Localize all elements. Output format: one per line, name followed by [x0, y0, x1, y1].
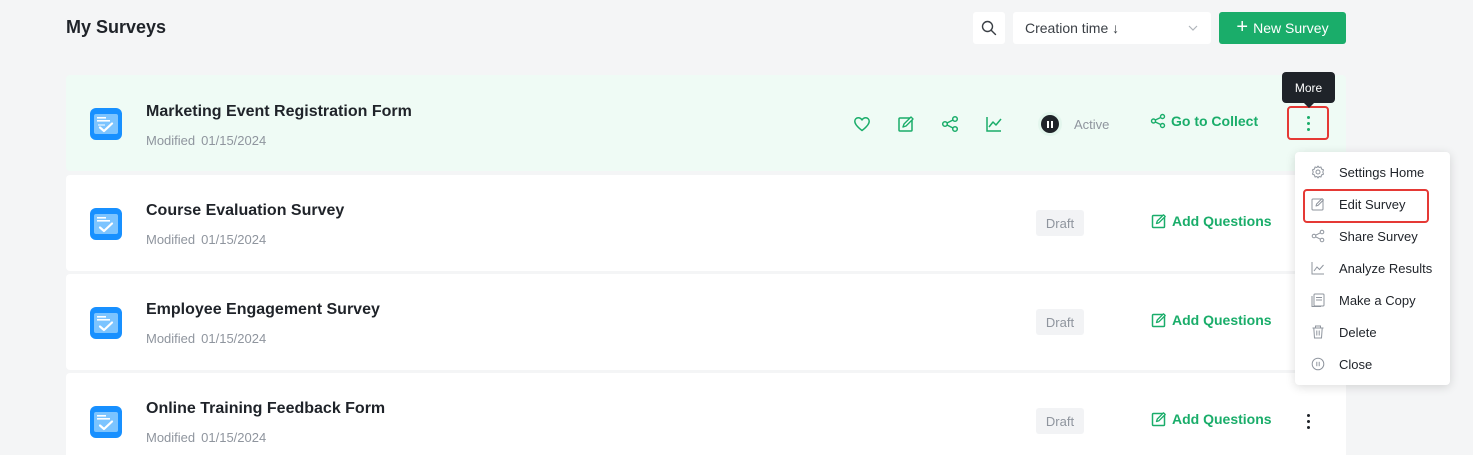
trash-icon	[1312, 325, 1324, 339]
survey-card[interactable]: Course Evaluation Survey Modified 01/15/2…	[66, 175, 1346, 271]
status-label: Active	[1074, 116, 1110, 132]
survey-form-icon	[90, 406, 122, 438]
survey-modified: Modified 01/15/2024	[146, 331, 266, 346]
modified-label: Modified	[146, 232, 196, 247]
page-title: My Surveys	[66, 17, 167, 37]
menu-item-settings-home[interactable]: Settings Home	[1295, 156, 1450, 188]
status-badge: Draft	[1036, 210, 1084, 236]
action-label: Add Questions	[1172, 411, 1272, 427]
sort-label: Creation time ↓	[1025, 20, 1120, 36]
plus-icon: +	[1236, 16, 1249, 38]
menu-item-edit-survey[interactable]: Edit Survey	[1295, 188, 1450, 223]
edit-icon[interactable]	[897, 115, 915, 133]
menu-item-delete[interactable]: Delete	[1295, 316, 1450, 348]
add-questions-link[interactable]: Add Questions	[1151, 312, 1272, 328]
survey-title[interactable]: Marketing Event Registration Form	[146, 103, 412, 121]
status-badge: Draft	[1036, 408, 1084, 434]
chevron-down-icon	[1188, 25, 1198, 31]
chart-icon[interactable]	[985, 115, 1003, 133]
action-label: Add Questions	[1172, 312, 1272, 328]
more-menu: Settings Home Edit Survey Share Survey A…	[1295, 152, 1450, 385]
menu-label: Share Survey	[1339, 228, 1418, 244]
heart-icon[interactable]	[853, 115, 871, 133]
action-label: Go to Collect	[1171, 113, 1259, 129]
share-icon	[1311, 229, 1325, 243]
survey-card[interactable]: Online Training Feedback Form Modified 01…	[66, 373, 1346, 455]
modified-date: 01/15/2024	[201, 430, 267, 445]
modified-date: 01/15/2024	[201, 133, 267, 148]
survey-title[interactable]: Employee Engagement Survey	[146, 301, 380, 319]
modified-label: Modified	[146, 430, 196, 445]
survey-form-icon	[90, 208, 122, 240]
survey-title[interactable]: Course Evaluation Survey	[146, 202, 344, 220]
copy-icon	[1311, 293, 1325, 307]
menu-label: Close	[1339, 356, 1373, 372]
survey-modified: Modified 01/15/2024	[146, 133, 266, 148]
survey-modified: Modified 01/15/2024	[146, 430, 266, 445]
survey-title[interactable]: Online Training Feedback Form	[146, 400, 385, 418]
add-questions-link[interactable]: Add Questions	[1151, 411, 1272, 427]
menu-label: Analyze Results	[1339, 260, 1433, 276]
status-active[interactable]: Active	[1038, 112, 1109, 136]
sort-select[interactable]: Creation time ↓	[1013, 12, 1211, 44]
edit-icon	[1151, 412, 1166, 427]
menu-label: Make a Copy	[1339, 292, 1416, 308]
action-label: Add Questions	[1172, 213, 1272, 229]
edit-icon	[1151, 214, 1166, 229]
modified-label: Modified	[146, 133, 196, 148]
survey-modified: Modified 01/15/2024	[146, 232, 266, 247]
edit-icon	[1311, 198, 1324, 211]
survey-form-icon	[90, 307, 122, 339]
menu-label: Delete	[1339, 324, 1377, 340]
menu-item-close[interactable]: Close	[1295, 348, 1450, 380]
menu-label: Settings Home	[1339, 164, 1425, 180]
more-button[interactable]	[1287, 106, 1329, 140]
status-badge: Draft	[1036, 309, 1084, 335]
share-icon	[1150, 113, 1166, 129]
survey-card[interactable]: Marketing Event Registration Form Modifi…	[66, 75, 1346, 171]
search-button[interactable]	[973, 12, 1005, 44]
more-button[interactable]	[1294, 407, 1322, 435]
menu-item-analyze-results[interactable]: Analyze Results	[1295, 252, 1450, 284]
menu-label: Edit Survey	[1339, 196, 1406, 212]
share-icon[interactable]	[941, 115, 959, 133]
modified-date: 01/15/2024	[201, 331, 267, 346]
new-survey-button[interactable]: + New Survey	[1219, 12, 1346, 44]
survey-card[interactable]: Employee Engagement Survey Modified 01/15…	[66, 274, 1346, 370]
menu-item-make-a-copy[interactable]: Make a Copy	[1295, 284, 1450, 316]
pause-icon	[1038, 112, 1062, 136]
modified-label: Modified	[146, 331, 196, 346]
modified-date: 01/15/2024	[201, 232, 267, 247]
edit-icon	[1151, 313, 1166, 328]
pause-circle-icon	[1311, 357, 1325, 371]
add-questions-link[interactable]: Add Questions	[1151, 213, 1272, 229]
gear-icon	[1312, 165, 1324, 179]
search-icon	[981, 20, 997, 36]
go-to-collect-link[interactable]: Go to Collect	[1150, 113, 1258, 129]
menu-item-share-survey[interactable]: Share Survey	[1295, 220, 1450, 252]
chart-icon	[1311, 262, 1324, 275]
survey-form-icon	[90, 108, 122, 140]
new-survey-label: New Survey	[1253, 20, 1329, 36]
more-tooltip: More	[1282, 72, 1335, 108]
